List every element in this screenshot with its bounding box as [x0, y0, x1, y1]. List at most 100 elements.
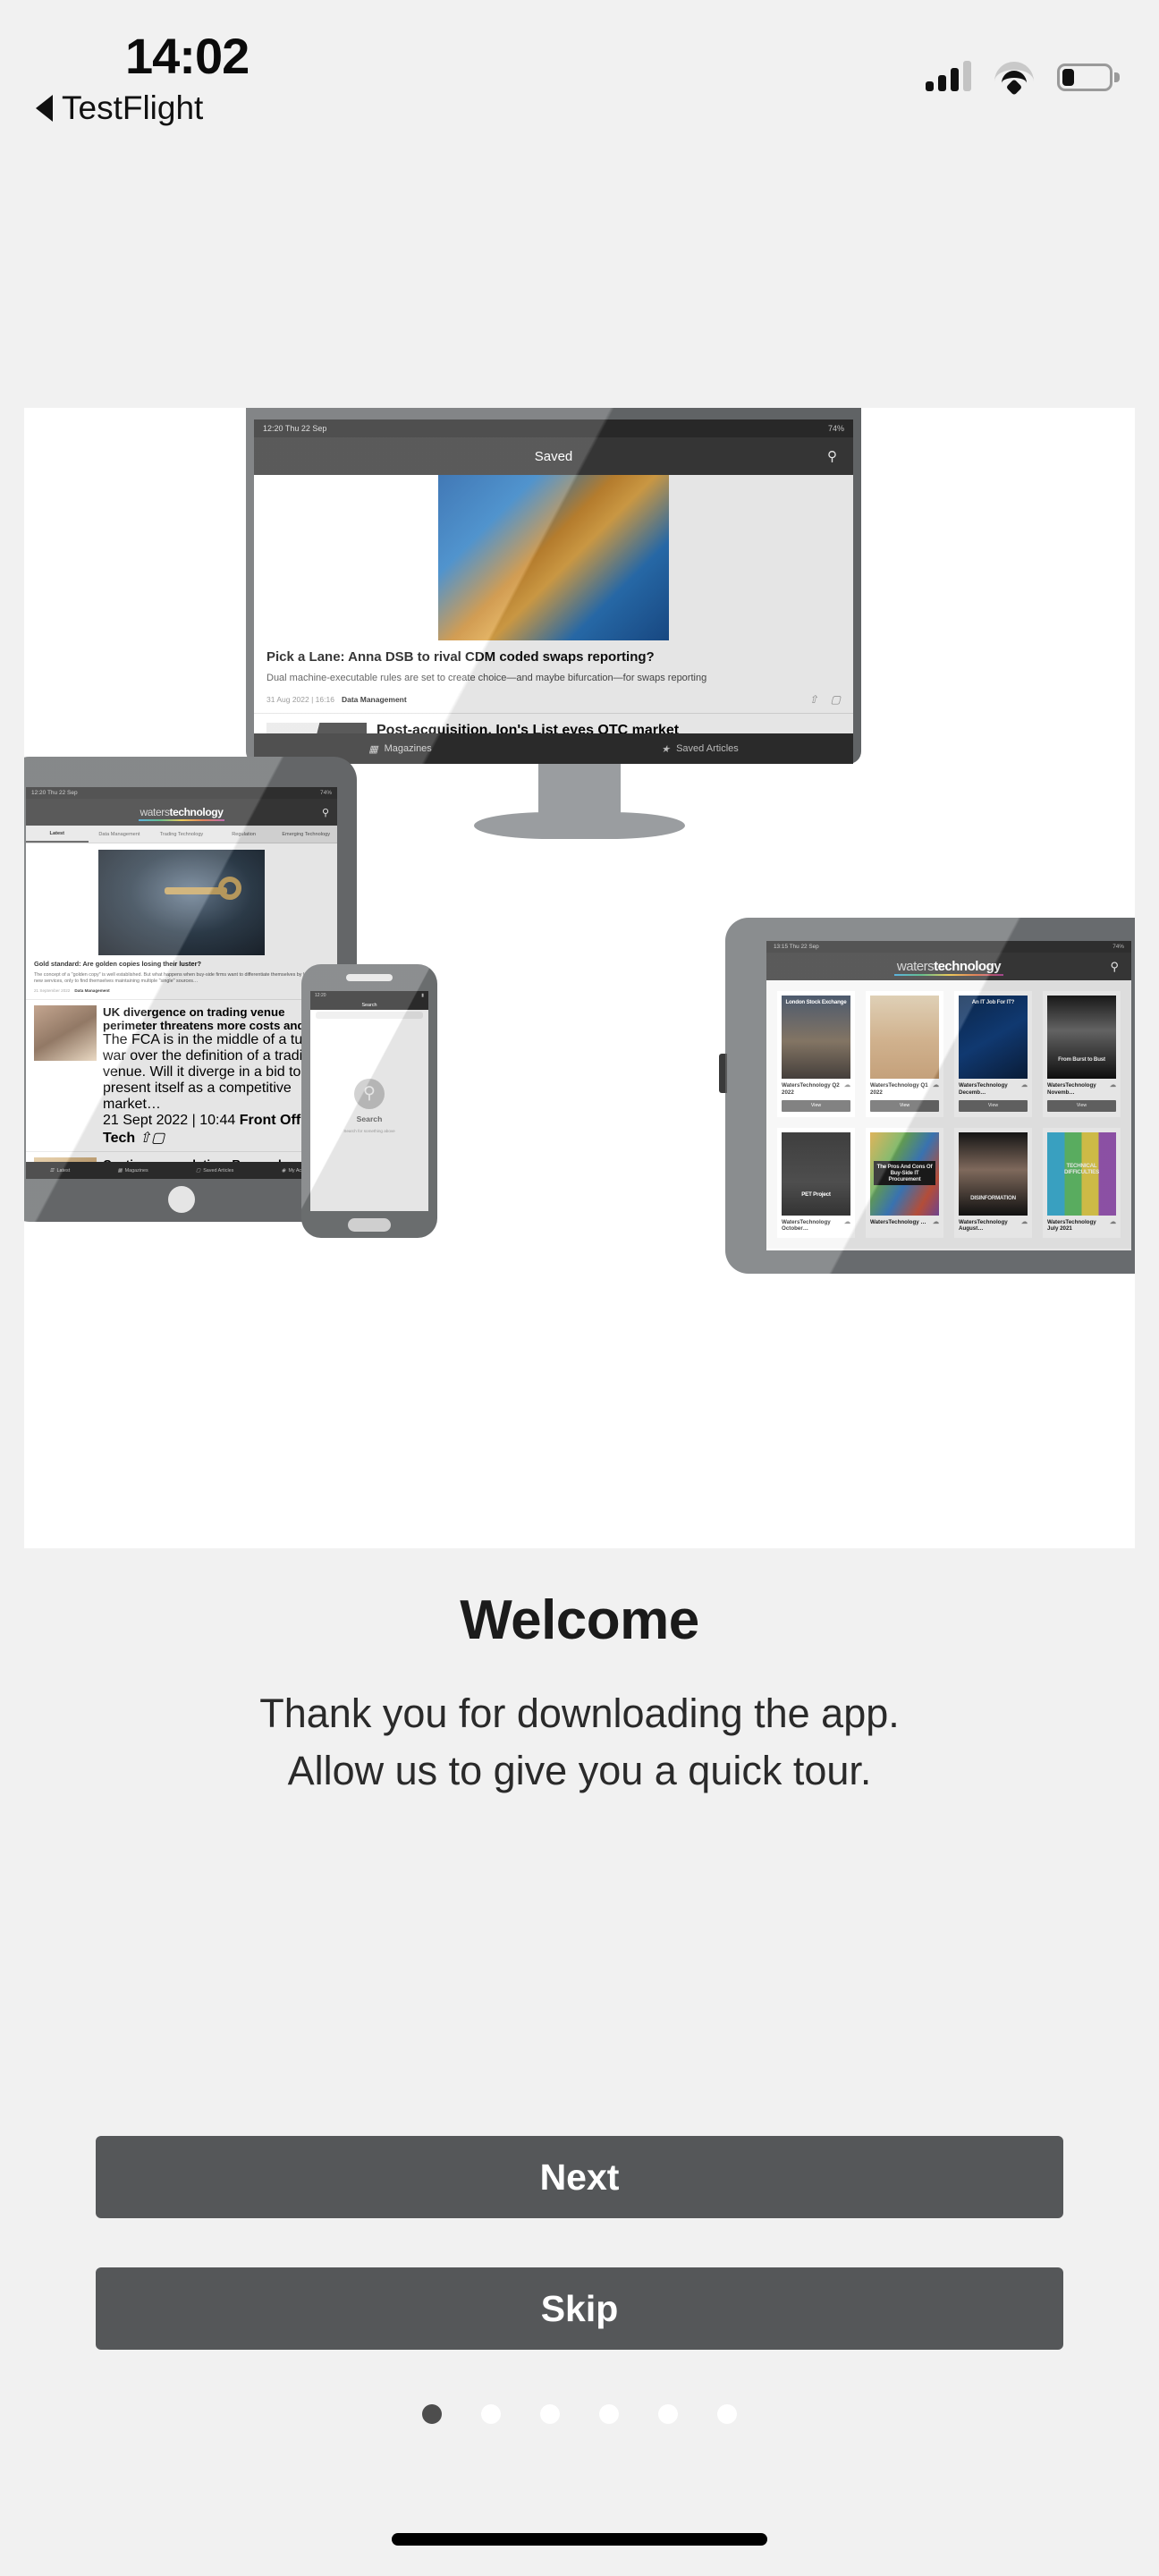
magazine-title-row: WatersTechnology Decemb… ☁ [959, 1082, 1028, 1097]
key-bow-graphic [217, 876, 241, 900]
brand-primary: waters [896, 959, 935, 974]
share-icon[interactable]: ⇧ [809, 693, 818, 706]
page-dot-1[interactable] [422, 2404, 442, 2424]
monitor-status-bar: 12:20 Thu 22 Sep 74% [254, 419, 853, 437]
search-icon: ⚲ [354, 1078, 385, 1109]
download-cloud-icon[interactable]: ☁ [844, 1219, 850, 1233]
home-indicator[interactable] [392, 2533, 767, 2546]
nav-item-saved-articles[interactable]: ★ Saved Articles [661, 743, 739, 755]
magazine-card[interactable]: The Pros And Cons Of Buy-Side IT Procure… [866, 1127, 943, 1238]
list-icon: ☰ [49, 1167, 55, 1174]
brand-accent: technology [169, 806, 224, 818]
nav-label: Saved Articles [676, 743, 739, 754]
bookmark-icon[interactable]: ▢ [831, 693, 841, 706]
magazine-card[interactable]: PET Project WatersTechnology October… ☁ [777, 1127, 855, 1238]
empty-state-title: Search [356, 1114, 383, 1123]
magazine-card[interactable]: TECHNICAL DIFFICULTIES WatersTechnology … [1043, 1127, 1121, 1238]
share-icon[interactable]: ⇧ [140, 1131, 151, 1146]
download-cloud-icon[interactable]: ☁ [933, 1082, 939, 1097]
magazine-title: WatersTechnology August… [959, 1218, 1008, 1233]
next-button[interactable]: Next [96, 2136, 1063, 2218]
tab-regulation[interactable]: Regulation [213, 832, 275, 837]
account-icon: ◉ [281, 1167, 286, 1174]
empty-state-subtitle: Search for something above [343, 1128, 395, 1133]
tab-latest[interactable]: Latest [26, 826, 89, 843]
bookmark-icon[interactable]: ▢ [151, 1131, 165, 1146]
tablet-article-item[interactable]: UK divergence on trading venue perimeter… [26, 1000, 337, 1153]
article-meta: 21 Sept 2022 | 10:44 Front Office Tech ⇧… [103, 1113, 320, 1146]
download-cloud-icon[interactable]: ☁ [1021, 1219, 1028, 1233]
tab-trading-technology[interactable]: Trading Technology [150, 832, 213, 837]
page-dot-5[interactable] [658, 2404, 678, 2424]
search-icon[interactable]: ⚲ [1110, 960, 1119, 974]
magazine-title-row: WatersTechnology August… ☁ [959, 1219, 1028, 1233]
search-icon[interactable]: ⚲ [322, 807, 329, 818]
nav-item-magazines[interactable]: ▦ Magazines [118, 1168, 148, 1174]
cover-headline: TECHNICAL DIFFICULTIES [1063, 1162, 1100, 1175]
search-input[interactable] [316, 1012, 423, 1019]
search-icon[interactable]: ⚲ [827, 448, 837, 464]
battery-low-icon [1057, 64, 1120, 91]
tablet-article-item[interactable]: Gold standard: Are golden copies losing … [26, 955, 337, 1001]
article-meta: 21 September 2022 Data Management ⇧▢ [34, 988, 329, 995]
tablet-brand-bar: waterstechnology ⚲ [766, 953, 1131, 980]
download-cloud-icon[interactable]: ☁ [1110, 1219, 1116, 1233]
magazine-cover: TECHNICAL DIFFICULTIES [1047, 1131, 1116, 1216]
page-dot-2[interactable] [481, 2404, 501, 2424]
tablet-side-button [719, 1054, 727, 1093]
nav-label: Magazines [124, 1167, 148, 1174]
page-dot-3[interactable] [540, 2404, 560, 2424]
magazine-cover [870, 996, 939, 1079]
phone-search-field[interactable] [310, 1010, 428, 1021]
magazine-card[interactable]: London Stock Exchange WatersTechnology Q… [777, 991, 855, 1117]
smartphone-mockup: 12:20 ▮ Search ⚲ Search Search for somet… [301, 964, 437, 1238]
magazine-title: WatersTechnology Q1 2022 [870, 1082, 928, 1096]
view-button[interactable]: View [870, 1099, 939, 1112]
magazine-card[interactable]: WatersTechnology Q1 2022 ☁ View [866, 991, 943, 1117]
phone-status-right: ▮ [421, 993, 424, 998]
download-cloud-icon[interactable]: ☁ [844, 1082, 850, 1097]
status-bar-indicators [926, 50, 1120, 96]
view-button[interactable]: View [782, 1099, 850, 1112]
bookmark-icon: ▢ [196, 1167, 201, 1174]
tab-data-management[interactable]: Data Management [89, 832, 151, 837]
magazine-title: WatersTechnology Decemb… [959, 1082, 1008, 1096]
cover-headline: From Burst to Bust [1058, 1056, 1105, 1063]
tablet-home-button[interactable] [168, 1186, 195, 1213]
monitor-stand-base [474, 812, 685, 839]
page-indicator [0, 2404, 1159, 2424]
phone-empty-state: ⚲ Search Search for something above [310, 1021, 428, 1191]
magazine-title: WatersTechnology October… [782, 1218, 831, 1233]
page-dot-4[interactable] [599, 2404, 619, 2424]
magazine-title: WatersTechnology Q2 2022 [782, 1082, 840, 1096]
back-to-testflight-button[interactable]: TestFlight [36, 89, 203, 127]
skip-button[interactable]: Skip [96, 2267, 1063, 2350]
tablet-right-screen: 13:15 Thu 22 Sep 74% waterstechnology ⚲ … [766, 941, 1131, 1250]
magazine-card[interactable]: From Burst to Bust WatersTechnology Nove… [1043, 991, 1121, 1117]
article-actions: ⇧▢ [140, 1131, 165, 1146]
monitor-status-left: 12:20 Thu 22 Sep [263, 424, 327, 433]
view-button[interactable]: View [1047, 1099, 1116, 1112]
monitor-article-list: Pick a Lane: Anna DSB to rival CDM coded… [254, 475, 853, 764]
magazine-title-row: WatersTechnology Q1 2022 ☁ [870, 1082, 939, 1097]
page-dot-6[interactable] [717, 2404, 737, 2424]
magazine-card[interactable]: An IT Job For IT? WatersTechnology Decem… [954, 991, 1032, 1117]
article-title: UK divergence on trading venue perimeter… [103, 1005, 320, 1033]
phone-status-bar: 12:20 ▮ [310, 991, 428, 1000]
monitor-article-item[interactable]: Pick a Lane: Anna DSB to rival CDM coded… [254, 640, 853, 714]
nav-item-magazines[interactable]: ▦ Magazines [368, 743, 432, 755]
magazine-card[interactable]: DISINFORMATION WatersTechnology August… ☁ [954, 1127, 1032, 1238]
monitor-status-right: 74% [827, 424, 844, 433]
brand-colour-rule [139, 819, 224, 821]
nav-item-latest[interactable]: ☰ Latest [50, 1168, 71, 1174]
download-cloud-icon[interactable]: ☁ [1021, 1082, 1028, 1097]
view-button[interactable]: View [959, 1099, 1028, 1112]
phone-home-button[interactable] [348, 1218, 391, 1232]
nav-item-saved-articles[interactable]: ▢ Saved Articles [196, 1168, 233, 1174]
magazine-title-row: WatersTechnology July 2021 ☁ [1047, 1219, 1116, 1233]
download-cloud-icon[interactable]: ☁ [1110, 1082, 1116, 1097]
tab-emerging-technology[interactable]: Emerging Technology [275, 832, 337, 837]
magazine-title: WatersTechnology July 2021 [1047, 1218, 1096, 1233]
download-cloud-icon[interactable]: ☁ [933, 1219, 939, 1227]
triangle-left-icon [36, 95, 53, 122]
